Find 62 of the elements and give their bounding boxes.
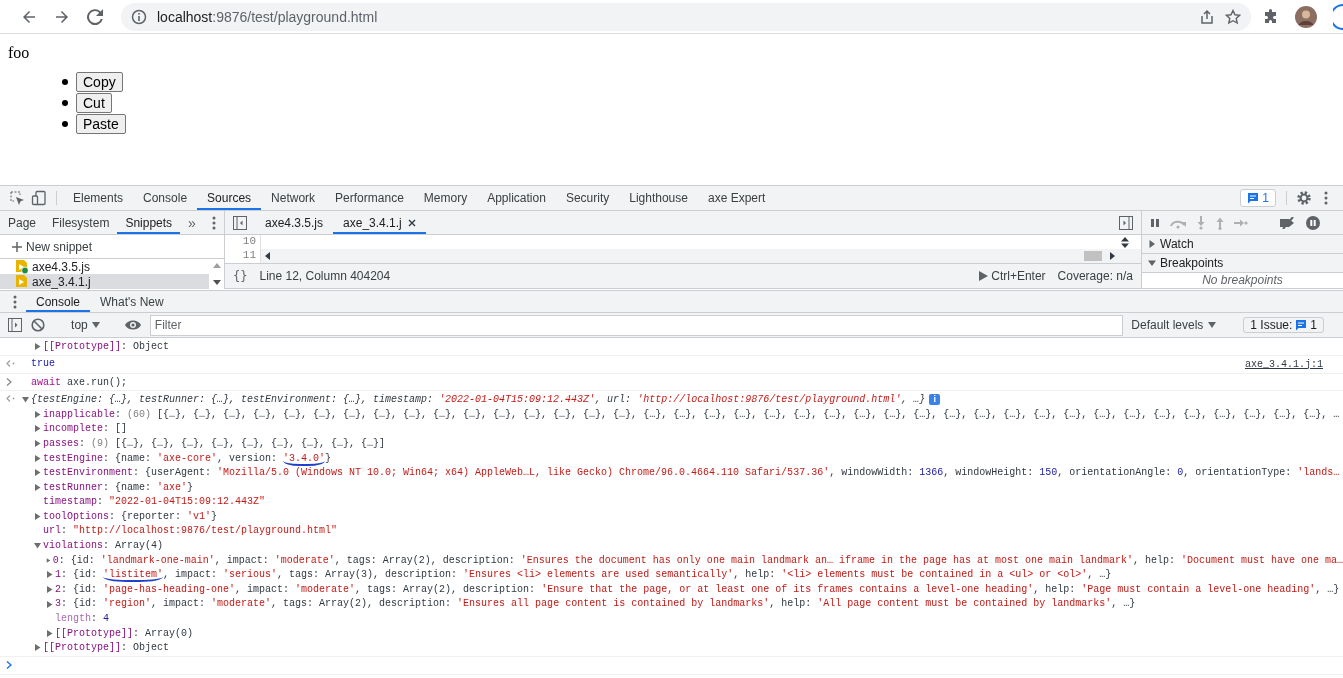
page-button[interactable]: Paste	[76, 113, 126, 134]
filter-field[interactable]: Filter	[149, 314, 1124, 336]
run-button[interactable]: Ctrl+Enter	[979, 269, 1046, 283]
console-text: true	[31, 357, 55, 372]
empty-message: No breakpoints	[1201, 273, 1284, 288]
panel-tab[interactable]: Memory	[413, 186, 478, 210]
console-text: url: "http://localhost:9876/test/playground.html"	[43, 524, 338, 539]
console-text: 2: {id: 'page-has-heading-one', impact: 'moderate', tags: Array(2), description: 'Ensure that the page, or at least one of its frames contains a level-one heading', help: 'Page must contain a level-one heading', …}	[55, 582, 1340, 597]
section-header[interactable]: Watch	[1142, 235, 1343, 254]
source-link[interactable]: axe_3.4.1.j:1	[1245, 356, 1343, 372]
pretty-print-button[interactable]: {}	[233, 269, 248, 283]
panel-tab[interactable]: Console	[133, 186, 198, 210]
console-text: testEngine: {name: 'axe-core', version: '3.4.0'}	[43, 451, 332, 466]
console-text: 3: {id: 'region', impact: 'moderate', tags: Array(2), description: 'Ensures all page content is contained by landmarks', help: 'All page content must be contained by landmarks', …}	[55, 597, 1136, 612]
panel-tab[interactable]: Application	[477, 186, 556, 210]
navigator-tab[interactable]: Snippets	[117, 211, 181, 234]
console-text: toolOptions: {reporter: 'v1'}	[43, 509, 218, 524]
panel-tab[interactable]: Lighthouse	[619, 186, 698, 210]
console-text: 1: {id: 'listitem', impact: 'serious', tags: Array(3), description: 'Ensures <li> elements are used semantically', help: '<li> elements must be contained in a <ul> or <ol>', …}	[55, 568, 1112, 583]
console-text: violations: Array(4)	[43, 539, 164, 554]
panel-tab[interactable]: Network	[261, 186, 326, 210]
line-number: 10	[225, 235, 261, 249]
console-text: timestamp: "2022-01-04T15:09:12.443Z"	[43, 495, 266, 510]
url-text: localhost:9876/test/playground.html	[157, 8, 379, 25]
console-text: passes: (9) [{…}, {…}, {…}, {…}, {…}, {…}, {…}, {…}, {…}]	[43, 436, 386, 451]
navigator-tab[interactable]: Filesystem	[44, 211, 118, 234]
panel-tab[interactable]: Security	[555, 186, 620, 210]
file-item[interactable]: axe_3.4.1.j	[0, 274, 209, 289]
console-text: testRunner: {name: 'axe'}	[43, 480, 194, 495]
context-selector[interactable]: top	[65, 318, 106, 332]
coverage-text: Coverage: n/a	[1057, 269, 1133, 283]
file-item[interactable]: axe4.3.5.js	[0, 259, 209, 274]
console-text: await axe.run();	[31, 375, 128, 390]
issues-count: 1	[1262, 191, 1269, 205]
file-tab[interactable]: axe4.3.5.js	[255, 211, 334, 234]
section-header[interactable]: Breakpoints	[1142, 254, 1343, 273]
cursor-position: Line 12, Column 404204	[259, 269, 391, 283]
panel-tab[interactable]: Performance	[325, 186, 414, 210]
more-tabs-button[interactable]: »	[180, 211, 204, 234]
console-text: inapplicable: (60) [{…}, {…}, {…}, {…}, {…}, {…}, {…}, {…}, {…}, {…}, {…}, {…}, {…}, {…}, {…}, {…}, {…}, {…}, {…}, {…}, {…}, {…}, {…}, {…}, {…}, {…}, {…}, {…}, {…}, {…}, {…}, {…}, {…}, {…}, {…}, {…}, {…}, {…}, {…}, …	[43, 407, 1340, 422]
issues-button[interactable]: 1	[1240, 189, 1276, 207]
panel-tab[interactable]: Elements	[63, 186, 134, 210]
console-text: {testEngine: {…}, testRunner: {…}, testEnvironment: {…}, timestamp: '2022-01-04T15:09:12.443Z', url: 'http://localhost:9876/test/playground.html', …}	[31, 393, 926, 408]
console-text: incomplete: []	[43, 422, 128, 437]
console-text: 0: {id: 'landmark-one-main', impact: 'moderate', tags: Array(2), description: 'Ensures the document has only one main landmark an… iframe in the page has at most one main landmark', help: 'Document must have one ma…	[52, 553, 1343, 568]
console-text: [[Prototype]]: Object	[43, 339, 170, 354]
console-text: [[Prototype]]: Object	[43, 641, 170, 656]
navigator-tab[interactable]: Page	[0, 211, 45, 234]
file-tab[interactable]: axe_3.4.1.j	[333, 211, 426, 234]
console-text: [[Prototype]]: Array(0)	[55, 626, 194, 641]
console-text: length: 4	[55, 612, 110, 627]
address-bar[interactable]: localhost:9876/test/playground.html	[121, 2, 1251, 31]
panel-tab[interactable]: axe Expert	[697, 186, 776, 210]
console-text: testEnvironment: {userAgent: 'Mozilla/5.0 (Windows NT 10.0; Win64; x64) AppleWeb…L, like Gecko) Chrome/96.0.4664.110 Safari/537.36', windowWidth: 1366, windowHeight: 150, orientationAngle: 0, orientationType: 'lands…	[43, 466, 1340, 481]
issues-button[interactable]: 1 Issue: 1	[1243, 317, 1325, 333]
page-button[interactable]: Copy	[76, 71, 123, 92]
log-levels-dropdown[interactable]: Default levels	[1125, 318, 1223, 332]
new-snippet-link[interactable]: New snippet	[26, 239, 93, 254]
page-button[interactable]: Cut	[76, 92, 112, 113]
paragraph-text: foo	[8, 44, 31, 62]
drawer-tab[interactable]: What's New	[90, 291, 174, 312]
info-badge[interactable]: i	[929, 394, 941, 406]
